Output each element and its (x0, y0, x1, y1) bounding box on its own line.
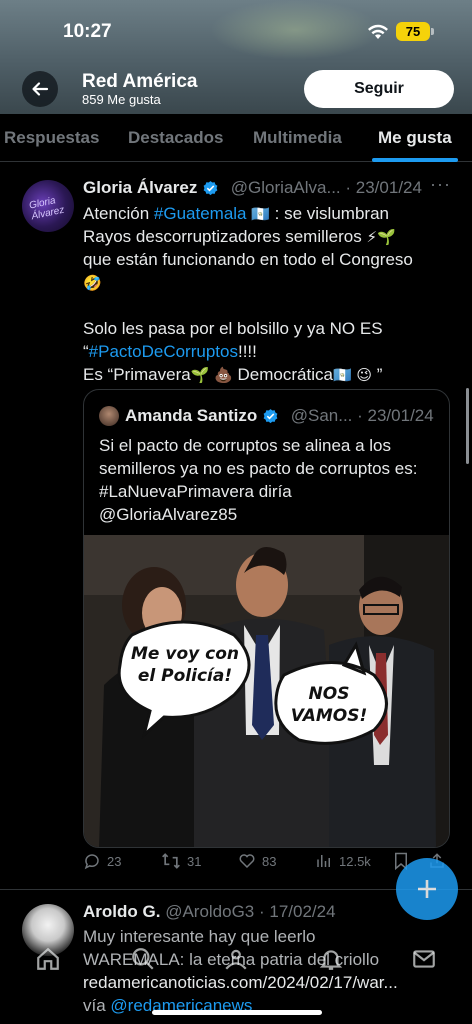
quoted-tweet[interactable]: Amanda Santizo @San... · 23/01/24 Si el … (83, 389, 450, 848)
retweet-count: 31 (187, 853, 202, 869)
tweet-author-name[interactable]: Aroldo G. (83, 902, 160, 921)
profile-name: Red América (82, 71, 198, 92)
follow-button[interactable]: Seguir (304, 70, 454, 108)
tab-destacados[interactable]: Destacados (128, 128, 223, 148)
retweet-button[interactable]: 31 (161, 852, 201, 870)
avatar (99, 406, 119, 426)
quoted-author-name: Amanda Santizo (125, 406, 258, 425)
more-options-icon[interactable]: ··· (430, 174, 451, 195)
tweet-text-line: Solo les pasa por el bolsillo y ya NO ES (83, 319, 383, 338)
guatemala-flag-icon: 🇬🇹 (332, 366, 352, 384)
tweet-text-line: Es “Primavera🌱 💩 Democrática🇬🇹 😉 ” (83, 365, 383, 384)
laughing-emoji-icon: 🤣 (83, 274, 102, 292)
quoted-author-handle: @San... (290, 406, 353, 425)
tweet[interactable]: Gloria Álvarez Gloria Álvarez @GloriaAlv… (0, 162, 472, 890)
like-button[interactable]: 83 (238, 852, 276, 870)
arrow-left-icon (32, 82, 49, 96)
quoted-text-line: #LaNuevaPrimavera diría (99, 482, 292, 501)
speech-bubble-left: Me voy con el Policía! (131, 644, 239, 686)
quoted-text-line: semilleros ya no es pacto de corruptos e… (99, 459, 418, 478)
quoted-text-line: @GloriaAlvarez85 (99, 505, 238, 524)
tweet-date: · 23/01/24 (345, 178, 422, 197)
back-button[interactable] (22, 71, 58, 107)
messages-envelope-icon[interactable] (411, 946, 437, 972)
quoted-text-line: Si el pacto de corruptos se alinea a los (99, 436, 392, 455)
quoted-tweet-image[interactable]: Me voy con el Policía! NOS VAMOS! (84, 535, 449, 847)
tweet-text-line: Atención #Guatemala 🇬🇹 : se vislumbran (83, 204, 389, 223)
quoted-date: · 23/01/24 (357, 406, 434, 425)
guatemala-flag-icon: 🇬🇹 (251, 205, 270, 223)
seedling-icon: 🌱 (190, 366, 210, 384)
tweet-text-line: que están funcionando en todo el Congres… (83, 250, 413, 269)
tweet-author-handle[interactable]: @GloriaAlva... (231, 178, 341, 197)
reply-icon (84, 854, 99, 870)
home-indicator[interactable] (152, 1010, 322, 1015)
views-chart-icon (317, 855, 330, 867)
profile-likes-count: 859 Me gusta (82, 92, 161, 107)
views-count: 12.5k (339, 853, 371, 869)
bottom-navigation (0, 934, 472, 988)
reply-count: 23 (107, 853, 122, 869)
hashtag-link[interactable]: #Guatemala (154, 204, 247, 223)
lightning-icon: ⚡ (366, 228, 378, 246)
poop-icon: 💩 (214, 366, 233, 384)
verified-badge-icon (263, 409, 278, 424)
plus-icon (418, 880, 436, 898)
battery-indicator: 75 (396, 22, 430, 41)
tab-multimedia[interactable]: Multimedia (253, 128, 342, 148)
reply-button[interactable]: 23 (83, 852, 121, 870)
scrollbar[interactable] (466, 388, 469, 464)
tweet-date: · 17/02/24 (259, 902, 336, 921)
tweet-author-handle[interactable]: @AroldoG3 (165, 902, 254, 921)
avatar[interactable]: Gloria Álvarez (22, 180, 74, 232)
winking-emoji-icon: 😉 (356, 366, 372, 384)
speech-bubble-right: NOS VAMOS! (290, 684, 368, 726)
tweet-actions: 23 31 83 12.5k (83, 852, 453, 874)
retweet-icon (162, 853, 180, 869)
like-count: 83 (262, 853, 277, 869)
battery-tip (431, 28, 434, 35)
verified-badge-icon (203, 181, 218, 196)
search-icon[interactable] (130, 946, 156, 972)
tab-me-gusta[interactable]: Me gusta (378, 128, 452, 148)
photo-illustration (84, 535, 449, 847)
tweet-text-line: “#PactoDeCorruptos!!!! (83, 342, 257, 361)
wifi-icon (368, 24, 388, 39)
tweet-author-name[interactable]: Gloria Álvarez (83, 178, 197, 197)
status-bar: 10:27 75 (0, 0, 472, 62)
heart-icon (239, 854, 255, 869)
tweet-text-line: Rayos descorruptizadores semilleros ⚡🌱 (83, 227, 396, 246)
tab-respuestas[interactable]: Respuestas (4, 128, 99, 148)
profile-tabs: Respuestas Destacados Multimedia Me gust… (0, 114, 472, 162)
notifications-bell-icon[interactable] (318, 946, 344, 972)
compose-tweet-button[interactable] (396, 858, 458, 920)
home-icon[interactable] (35, 946, 61, 972)
views-button[interactable]: 12.5k (315, 852, 371, 870)
seedling-icon: 🌱 (377, 228, 396, 246)
status-time: 10:27 (63, 21, 112, 42)
hashtag-link[interactable]: #PactoDeCorruptos (89, 342, 238, 361)
avatar-signature: Gloria Álvarez (28, 195, 66, 223)
communities-icon[interactable] (223, 946, 249, 972)
